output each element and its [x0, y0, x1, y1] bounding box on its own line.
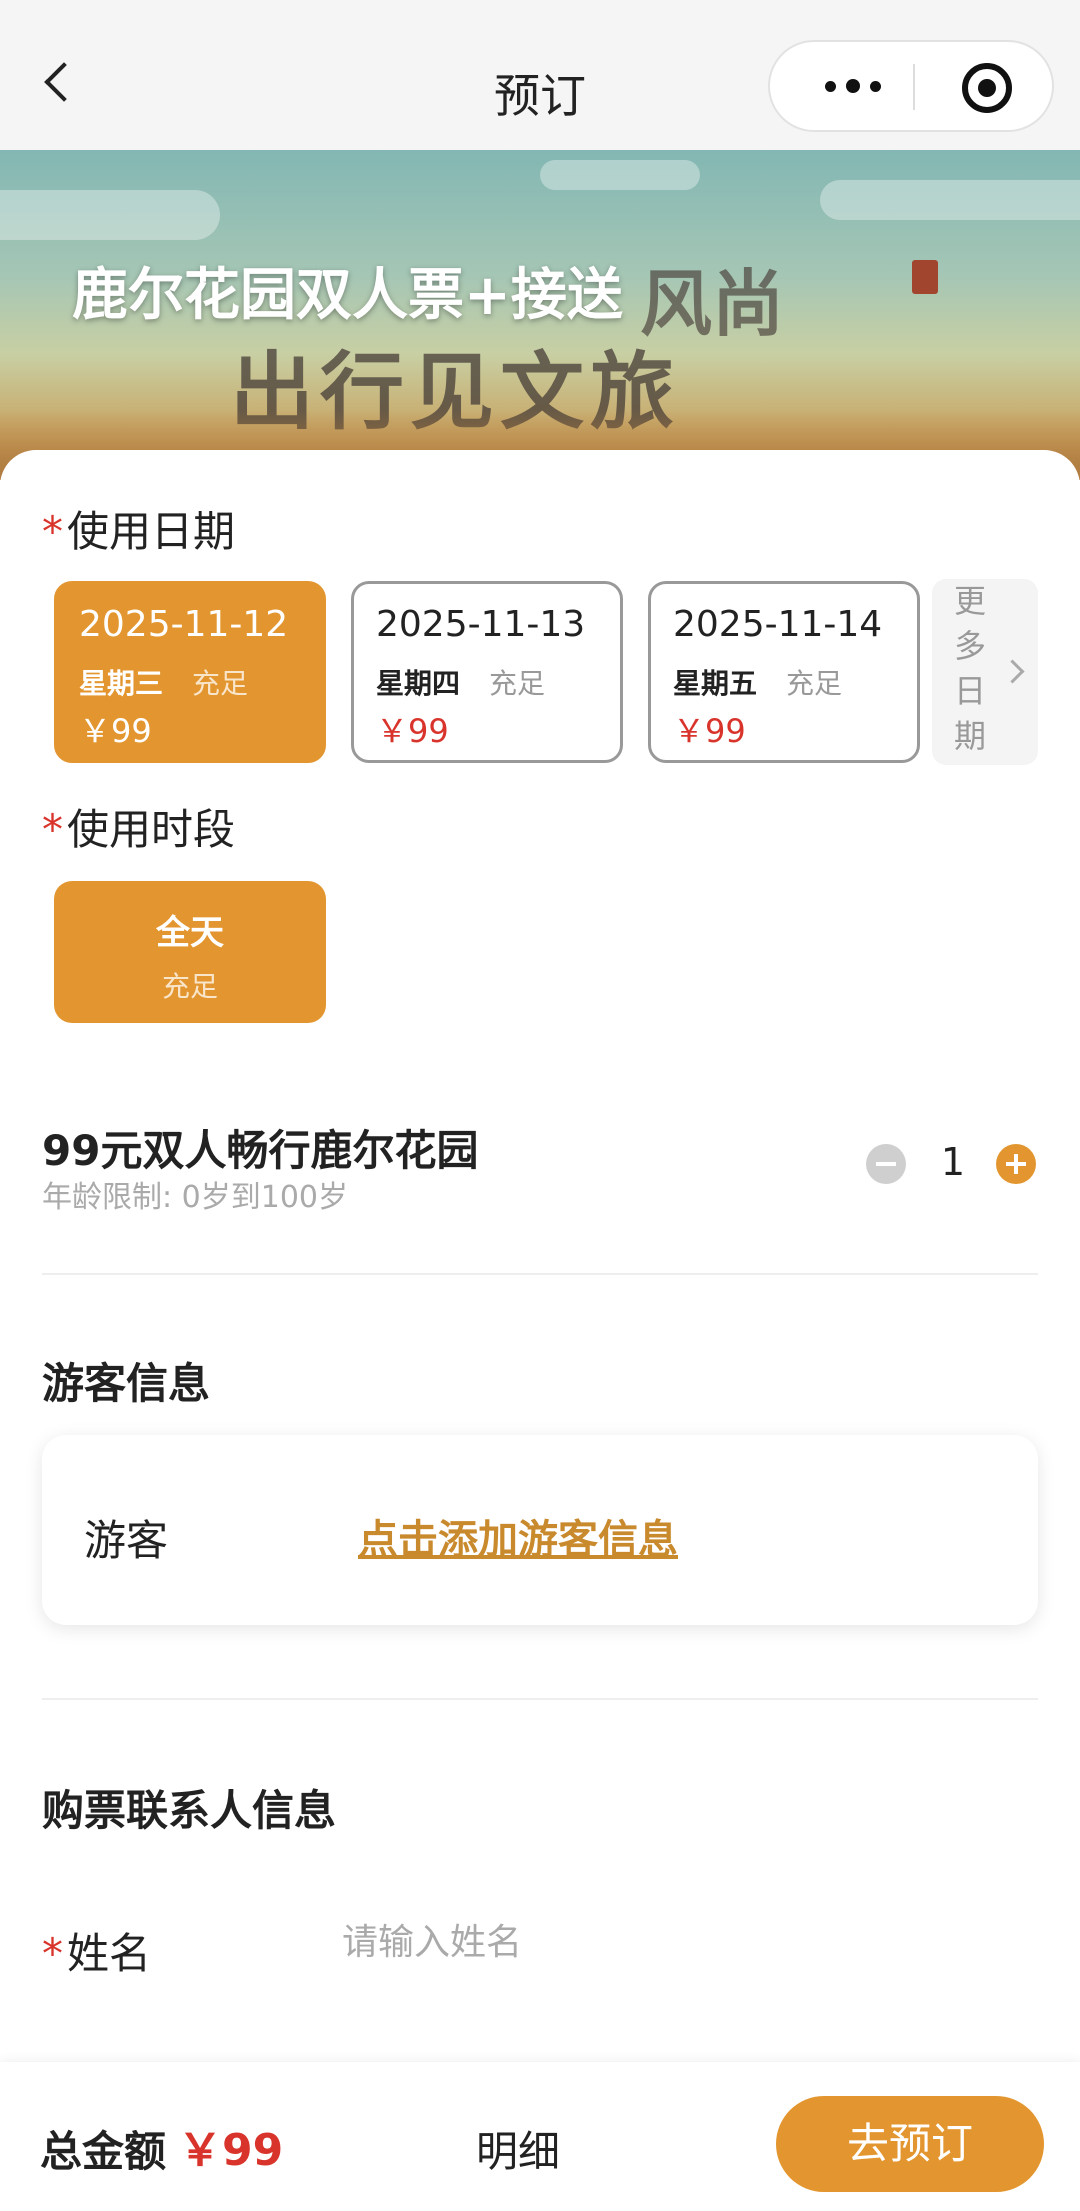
book-button[interactable]: 去预订	[776, 2096, 1044, 2192]
total-amount-value: ￥99	[178, 2125, 284, 2176]
visitor-card: 游客 点击添加游客信息	[42, 1435, 1038, 1625]
add-visitor-link[interactable]: 点击添加游客信息	[358, 1507, 678, 1565]
visitor-section-title: 游客信息	[42, 1359, 211, 1408]
chevron-right-icon	[1000, 659, 1025, 684]
date-weekday: 星期四	[376, 667, 461, 700]
slot-section-label-text: 使用时段	[67, 805, 236, 854]
name-label-text: 姓名	[67, 1929, 152, 1978]
date-section-label: *使用日期	[42, 498, 235, 559]
bottom-action-bar: 总金额 ￥99 明细 去预订	[0, 2062, 1080, 2211]
capsule-divider	[913, 64, 915, 110]
date-price: ￥99	[673, 712, 746, 750]
banner-title: 鹿尔花园双人票+接送	[72, 263, 623, 328]
product-banner: 风尚 出行见文旅 鹿尔花园双人票+接送	[0, 150, 1080, 480]
quantity-value: 1	[940, 1140, 966, 1184]
product-age-limit: 年龄限制: 0岁到100岁	[42, 1180, 348, 1215]
date-weekday: 星期三	[79, 667, 164, 700]
more-dates-label: 更多日期	[953, 582, 986, 755]
date-stock-status: 充足	[489, 667, 546, 700]
navigation-bar: 预订	[0, 0, 1080, 150]
date-price: ￥99	[376, 712, 449, 750]
slot-option-all-day[interactable]: 全天 充足	[54, 881, 326, 1023]
price-detail-button[interactable]: 明细	[476, 2118, 560, 2179]
product-name: 99元双人畅行鹿尔花园	[42, 1126, 479, 1175]
date-option-3[interactable]: 2025-11-14 星期五 充足 ￥99	[648, 581, 920, 763]
date-value: 2025-11-12	[79, 604, 289, 645]
name-input[interactable]	[342, 1912, 1022, 1972]
date-value: 2025-11-13	[376, 604, 586, 645]
date-option-2[interactable]: 2025-11-13 星期四 充足 ￥99	[351, 581, 623, 763]
more-dots-icon[interactable]	[808, 64, 898, 108]
divider	[42, 1273, 1038, 1275]
contact-section-title: 购票联系人信息	[42, 1786, 337, 1835]
date-value: 2025-11-14	[673, 604, 883, 645]
more-dates-button[interactable]: 更多日期	[932, 579, 1038, 765]
required-mark: *	[42, 507, 63, 556]
required-mark: *	[42, 805, 63, 854]
slot-name: 全天	[156, 913, 224, 953]
date-stock-status: 充足	[786, 667, 843, 700]
slot-stock-status: 充足	[161, 970, 218, 1003]
quantity-decrease-button[interactable]	[866, 1144, 906, 1184]
visitor-row-label: 游客	[84, 1516, 169, 1565]
date-option-1[interactable]: 2025-11-12 星期三 充足 ￥99	[54, 581, 326, 763]
date-price: ￥99	[79, 712, 152, 750]
close-target-icon[interactable]	[962, 63, 1012, 113]
name-field-label: *姓名	[42, 1920, 151, 1981]
date-section-label-text: 使用日期	[67, 507, 236, 556]
date-weekday: 星期五	[673, 667, 758, 700]
divider	[42, 1698, 1038, 1700]
quantity-increase-button[interactable]	[996, 1144, 1036, 1184]
slot-section-label: *使用时段	[42, 796, 235, 857]
mini-program-capsule	[768, 40, 1054, 132]
total-amount-label: 总金额	[40, 2127, 167, 2176]
banner-seal	[912, 260, 938, 294]
date-stock-status: 充足	[192, 667, 249, 700]
required-mark: *	[42, 1929, 63, 1978]
